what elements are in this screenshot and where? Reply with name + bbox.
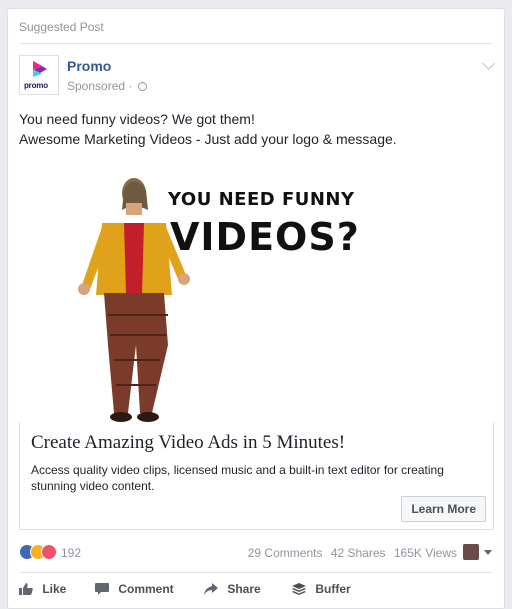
comment-button[interactable]: Comment [95,582,174,596]
love-reaction-icon[interactable] [41,544,57,560]
reaction-count[interactable]: 192 [61,546,81,560]
like-label: Like [42,582,67,596]
like-button[interactable]: Like [19,582,66,596]
action-bar: Like Comment Share Buffer [19,578,493,604]
page-avatar[interactable]: promo [19,55,59,95]
divider [19,572,493,573]
globe-icon [137,82,147,91]
divider [19,43,493,44]
engagement-counts: 29 Comments 42 Shares 165K Views [243,546,457,560]
shares-count[interactable]: 42 Shares [331,546,386,560]
buffer-button[interactable]: Buffer [292,582,351,596]
post-message: You need funny videos? We got them! Awes… [19,109,397,149]
comments-count[interactable]: 29 Comments [248,546,323,560]
page-name-link[interactable]: Promo [67,58,111,74]
post-card: Suggested Post promo Promo Sponsored · Y… [7,8,505,609]
learn-more-button[interactable]: Learn More [401,496,486,522]
link-title[interactable]: Create Amazing Video Ads in 5 Minutes! [31,432,345,454]
link-description: Access quality video clips, licensed mus… [31,463,444,493]
viewer-avatar[interactable] [463,544,479,560]
link-preview[interactable]: Create Amazing Video Ads in 5 Minutes! A… [19,422,494,530]
sponsored-label: Sponsored · [67,79,147,93]
engagement-stats: 192 29 Comments 42 Shares 165K Views [19,542,493,564]
video-caption-line2: VIDEOS? [170,215,360,259]
logo-wordmark: promo [24,81,48,90]
comment-label: Comment [118,582,174,596]
share-button[interactable]: Share [204,582,261,596]
post-options-chevron-icon[interactable] [482,57,495,70]
thumbs-up-icon [19,583,33,595]
post-header: promo Promo Sponsored · [19,55,495,99]
post-message-line: Awesome Marketing Videos - Just add your… [19,131,397,147]
views-count: 165K Views [393,546,457,560]
suggested-post-label: Suggested Post [19,20,104,34]
sponsored-text: Sponsored · [67,79,133,93]
video-caption-line1: YOU NEED FUNNY [168,189,355,210]
buffer-label: Buffer [315,582,351,596]
promo-logo-icon [33,61,47,77]
dancing-man-figure [78,178,190,422]
post-message-line: You need funny videos? We got them! [19,111,255,127]
comment-icon [95,583,109,595]
buffer-stack-icon [292,583,306,595]
video-media[interactable]: YOU NEED FUNNY VIDEOS? [8,159,504,422]
share-label: Share [227,582,261,596]
caret-down-icon[interactable] [484,550,492,555]
share-arrow-icon [204,583,218,595]
